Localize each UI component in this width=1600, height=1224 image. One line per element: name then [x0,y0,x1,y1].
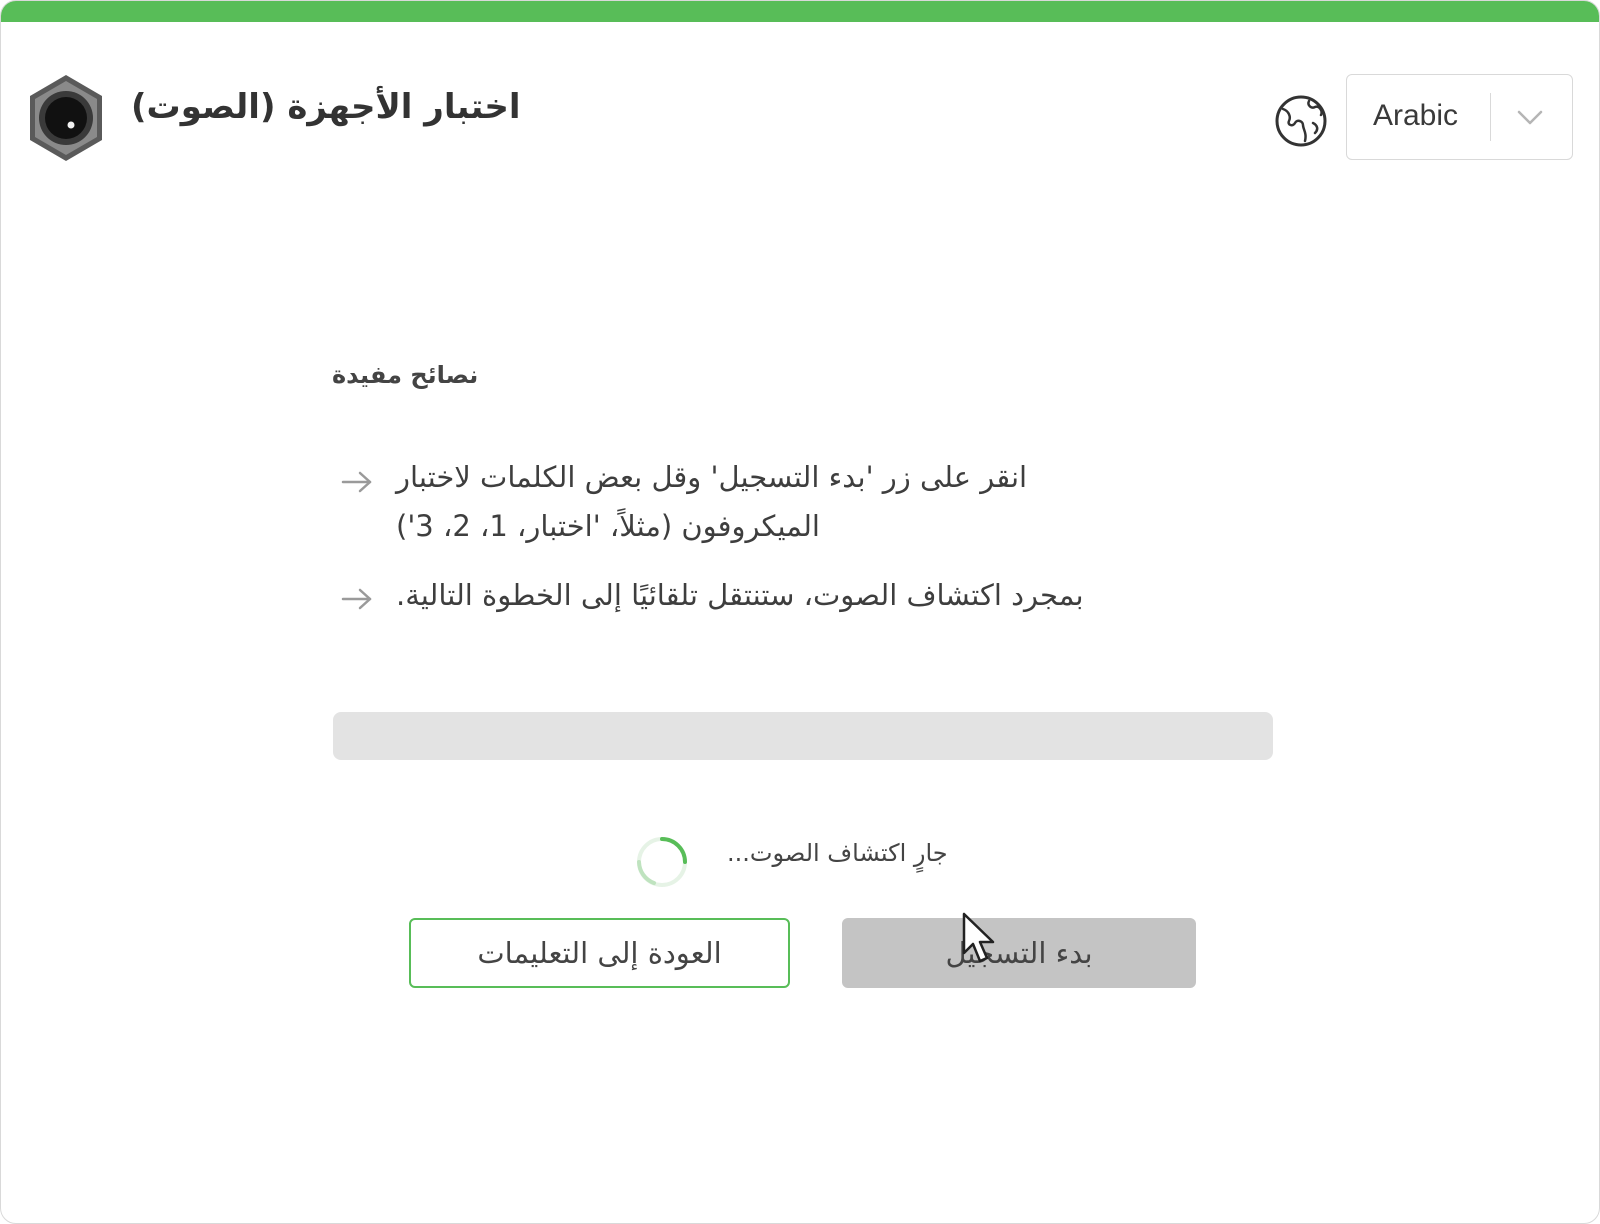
arrow-right-icon [341,471,372,493]
language-select-value: Arabic [1373,99,1459,132]
tip-item-auto-advance: بمجرد اكتشاف الصوت، ستنتقل تلقائيًا إلى … [396,578,1084,612]
globe-icon[interactable] [1273,93,1329,149]
status-text: جارٍ اكتشاف الصوت... [727,839,948,867]
device-test-window: اختبار الأجهزة (الصوت) Arabic نصائح مفيد… [0,0,1600,1224]
arrow-right-icon [341,588,372,610]
tips-heading: نصائح مفيدة [332,361,479,389]
loading-spinner-icon [637,837,687,887]
language-select[interactable]: Arabic [1346,74,1573,160]
chevron-down-icon[interactable] [1514,101,1546,133]
audio-level-bar [333,712,1273,760]
back-to-instructions-button[interactable]: العودة إلى التعليمات [409,918,790,988]
select-divider [1490,93,1491,141]
accent-top-bar [1,1,1599,22]
camera-lens-icon [30,75,102,161]
page-title: اختبار الأجهزة (الصوت) [131,87,521,127]
tip-item-record: انقر على زر 'بدء التسجيل' وقل بعض الكلما… [396,460,1028,543]
start-recording-button[interactable]: بدء التسجيل [842,918,1196,988]
